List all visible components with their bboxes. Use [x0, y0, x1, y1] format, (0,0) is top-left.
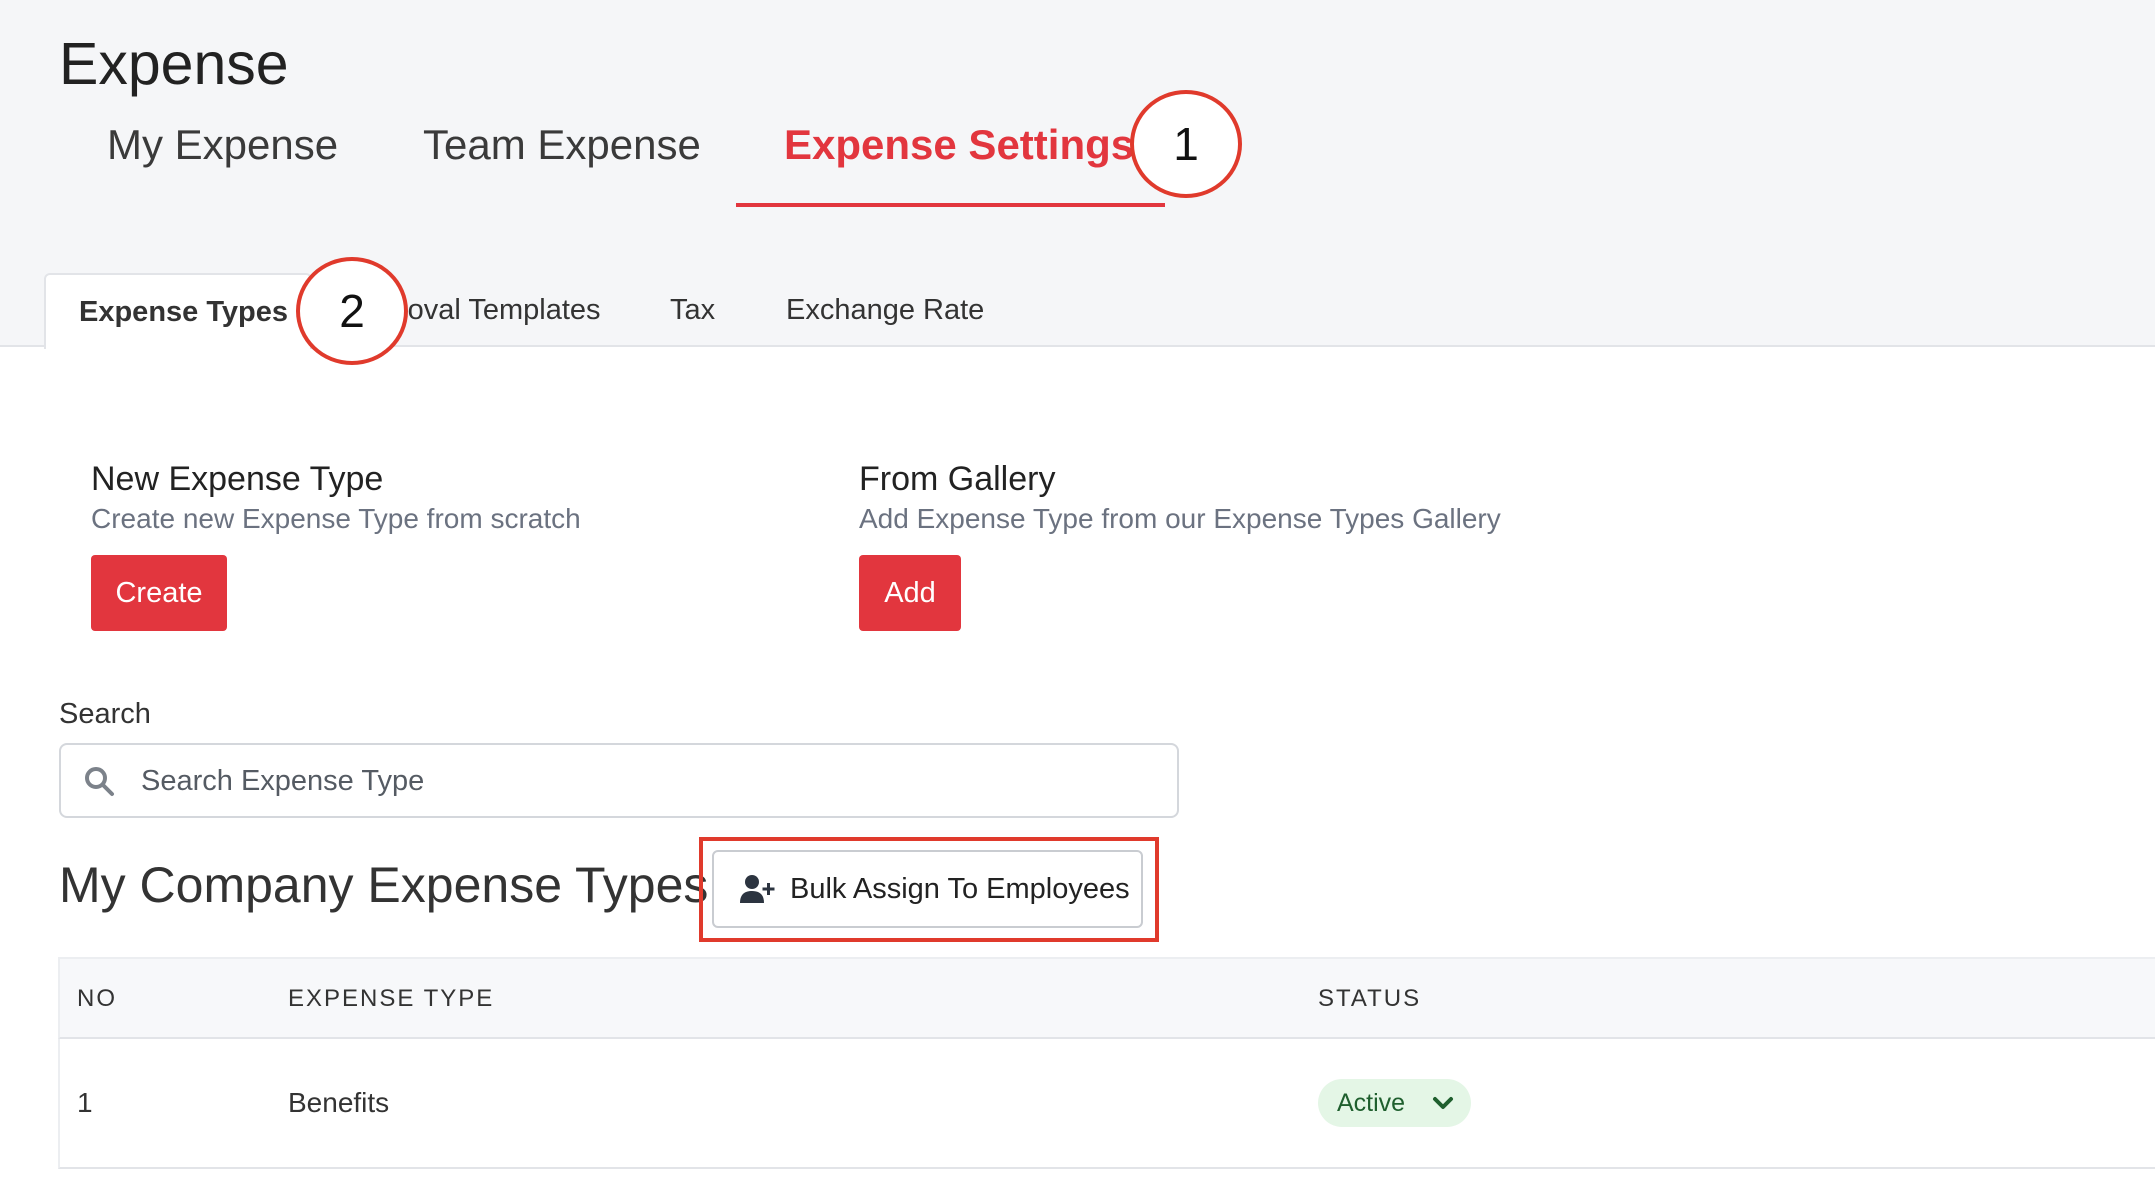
tab-my-expense[interactable]: My Expense: [107, 110, 338, 210]
page-header: Expense My Expense Team Expense Expense …: [0, 0, 2155, 365]
search-box[interactable]: [59, 743, 1179, 818]
table-row[interactable]: 1 Benefits Active: [58, 1039, 2155, 1169]
callout-number: 2: [339, 285, 365, 337]
expense-settings-page: Expense My Expense Team Expense Expense …: [0, 0, 2155, 1189]
add-button[interactable]: Add: [859, 555, 961, 631]
subtab-expense-types[interactable]: Expense Types: [44, 273, 312, 349]
callout-marker-2: 2: [296, 257, 408, 365]
from-gallery-title: From Gallery: [859, 460, 1056, 498]
search-label: Search: [59, 698, 151, 730]
tab-expense-settings[interactable]: Expense Settings: [784, 110, 1134, 210]
row-number: 1: [77, 1087, 93, 1118]
subtab-approval-templates[interactable]: roval Templates: [398, 273, 601, 347]
bulk-assign-label: Bulk Assign To Employees: [790, 873, 1130, 905]
new-expense-type-title: New Expense Type: [91, 460, 384, 498]
column-header-status: STATUS: [1318, 985, 1422, 1012]
status-dropdown[interactable]: Active: [1318, 1079, 1471, 1127]
page-title: Expense: [59, 31, 289, 97]
subtab-tax[interactable]: Tax: [670, 273, 715, 347]
user-plus-icon: [740, 875, 775, 903]
active-tab-indicator: [736, 203, 1165, 207]
table-header: NO EXPENSE TYPE STATUS: [58, 957, 2155, 1039]
status-badge: Active: [1337, 1089, 1406, 1117]
new-expense-type-description: Create new Expense Type from scratch: [91, 503, 581, 534]
callout-number: 1: [1173, 118, 1199, 170]
section-title: My Company Expense Types: [59, 857, 709, 913]
subtab-exchange-rate[interactable]: Exchange Rate: [786, 273, 984, 347]
tab-team-expense[interactable]: Team Expense: [423, 110, 701, 210]
search-icon: [85, 767, 114, 796]
column-header-no: NO: [77, 985, 117, 1012]
row-expense-type: Benefits: [288, 1087, 390, 1118]
callout-marker-1: 1: [1130, 90, 1242, 198]
from-gallery-description: Add Expense Type from our Expense Types …: [859, 503, 1501, 534]
bulk-assign-button[interactable]: Bulk Assign To Employees: [712, 850, 1143, 928]
search-input[interactable]: [141, 747, 1161, 815]
column-header-expense-type: EXPENSE TYPE: [288, 985, 495, 1012]
create-button[interactable]: Create: [91, 555, 227, 631]
chevron-down-icon: [1433, 1097, 1453, 1109]
expense-types-table: NO EXPENSE TYPE STATUS 1 Benefits Active: [58, 957, 2155, 1189]
